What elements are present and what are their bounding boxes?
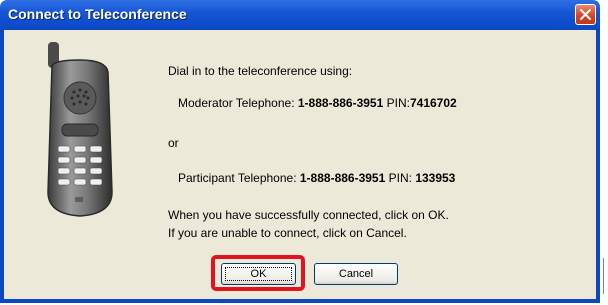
close-button[interactable] bbox=[575, 4, 596, 25]
moderator-label: Moderator Telephone: bbox=[178, 96, 295, 110]
cancel-button-label: Cancel bbox=[338, 268, 374, 280]
instruction-ok: When you have successfully connected, cl… bbox=[168, 208, 449, 222]
moderator-number: 1-888-886-3951 bbox=[297, 96, 384, 110]
participant-line: Participant Telephone: 1-888-886-3951 PI… bbox=[178, 171, 455, 185]
ok-highlight-annotation bbox=[211, 255, 305, 291]
or-text: or bbox=[168, 136, 179, 150]
participant-number: 1-888-886-3951 bbox=[299, 171, 386, 185]
background-edge bbox=[603, 258, 604, 294]
moderator-pin: 7416702 bbox=[409, 96, 457, 110]
window-frame-right bbox=[596, 30, 600, 303]
moderator-line: Moderator Telephone: 1-888-886-3951 PIN:… bbox=[178, 96, 457, 110]
mobile-phone-icon bbox=[47, 42, 113, 217]
window-frame-bottom bbox=[0, 299, 600, 303]
participant-pin-label: PIN: bbox=[388, 171, 412, 185]
title-bar[interactable]: Connect to Teleconference bbox=[0, 0, 600, 30]
participant-label: Participant Telephone: bbox=[178, 171, 297, 185]
instruction-cancel: If you are unable to connect, click on C… bbox=[168, 226, 407, 240]
participant-pin: 133953 bbox=[415, 171, 456, 185]
cancel-button[interactable]: Cancel bbox=[314, 263, 398, 285]
intro-text: Dial in to the teleconference using: bbox=[168, 64, 353, 78]
close-icon bbox=[580, 9, 591, 20]
moderator-pin-label: PIN: bbox=[386, 96, 410, 110]
dialog-title: Connect to Teleconference bbox=[8, 6, 187, 22]
